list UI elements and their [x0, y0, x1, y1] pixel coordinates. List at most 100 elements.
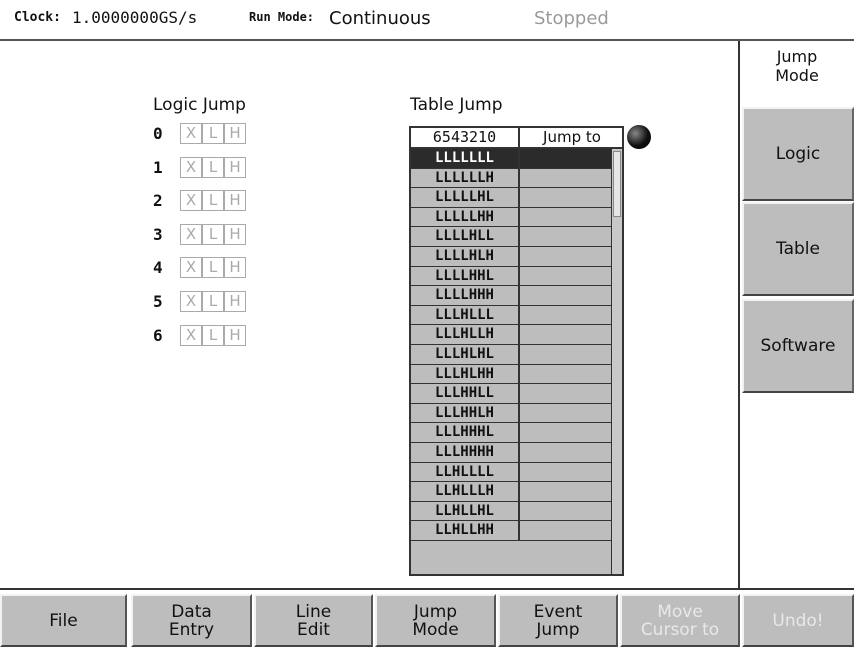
jump-to-cell[interactable] — [522, 502, 611, 521]
x-toggle[interactable]: X — [180, 257, 202, 279]
table-jump-scrollbar[interactable] — [611, 149, 622, 574]
jump-to-cell[interactable] — [522, 404, 611, 423]
button-label: Move Cursor to — [640, 601, 720, 640]
table-jump-title: Table Jump — [410, 95, 503, 115]
jump-to-cell[interactable] — [522, 521, 611, 540]
jump-to-cell[interactable] — [522, 463, 611, 482]
line-edit-button[interactable]: Line Edit — [254, 594, 373, 647]
status-bar: Clock: 1.0000000GS/s Run Mode: Continuou… — [0, 0, 854, 40]
table-jump-row[interactable]: LLLLHHH — [411, 286, 611, 306]
pattern-cell: LLLLLHH — [411, 207, 520, 227]
jump-to-cell[interactable] — [522, 188, 611, 207]
table-jump-row[interactable]: LLLLHHL — [411, 266, 611, 287]
data-entry-button[interactable]: Data Entry — [131, 594, 252, 647]
jump-to-cell[interactable] — [522, 208, 611, 227]
l-toggle[interactable]: L — [202, 223, 224, 245]
l-toggle[interactable]: L — [202, 156, 224, 178]
side-button-software[interactable]: Software — [742, 299, 854, 393]
pattern-column-header: 6543210 — [411, 128, 520, 147]
pattern-cell: LLHLLHH — [411, 521, 520, 540]
h-toggle[interactable]: H — [224, 257, 246, 279]
x-toggle[interactable]: X — [180, 324, 202, 346]
jump-to-cell[interactable] — [522, 267, 611, 286]
jump-to-cell[interactable] — [522, 227, 611, 246]
l-toggle[interactable]: L — [202, 257, 224, 279]
jump-to-cell[interactable] — [522, 169, 611, 188]
table-jump-row[interactable]: LLLLHLL — [411, 227, 611, 247]
table-jump-row[interactable]: LLLHLLL — [411, 305, 611, 326]
l-toggle[interactable]: L — [202, 123, 224, 144]
x-toggle[interactable]: X — [180, 156, 202, 178]
l-toggle[interactable]: L — [202, 324, 224, 346]
h-toggle[interactable]: H — [224, 291, 246, 312]
x-toggle[interactable]: X — [180, 190, 202, 212]
jump-mode-button[interactable]: Jump Mode — [375, 594, 496, 647]
clock-value: 1.0000000GS/s — [72, 8, 198, 27]
pattern-cell: LLLLLHL — [411, 188, 520, 207]
table-jump-row[interactable]: LLLLLHL — [411, 188, 611, 208]
table-jump-row[interactable]: LLLHLHH — [411, 364, 611, 385]
jump-to-cell[interactable] — [522, 286, 611, 305]
pattern-cell: LLLLHHL — [411, 266, 520, 286]
logic-jump-index: 4 — [153, 258, 163, 278]
table-jump-row[interactable]: LLLHHHH — [411, 442, 611, 463]
side-button-logic[interactable]: Logic — [742, 107, 854, 201]
table-jump-row[interactable]: LLLHHLL — [411, 384, 611, 404]
h-toggle[interactable]: H — [224, 190, 246, 212]
move-cursor-to-button[interactable]: Move Cursor to — [620, 594, 740, 647]
table-jump-row[interactable]: LLLHLLH — [411, 325, 611, 345]
x-toggle[interactable]: X — [180, 291, 202, 312]
knob-icon — [627, 125, 651, 149]
side-menu: Jump Mode Logic Table Software — [738, 41, 854, 588]
button-label: Event Jump — [533, 601, 583, 640]
logic-jump-index: 0 — [153, 124, 163, 143]
side-button-table[interactable]: Table — [742, 202, 854, 296]
file-button[interactable]: File — [0, 594, 127, 647]
jump-to-cell[interactable] — [522, 443, 611, 462]
table-jump-grid[interactable]: 6543210 Jump to LLLLLLL LLLLLLH LLLLLHL LLL… — [409, 126, 624, 576]
table-jump-header: 6543210 Jump to — [411, 128, 622, 149]
table-jump-row[interactable]: LLLHLHL — [411, 344, 611, 365]
jump-to-cell[interactable] — [522, 423, 611, 442]
h-toggle[interactable]: H — [224, 123, 246, 144]
clock-label: Clock: — [14, 10, 61, 25]
logic-jump-title: Logic Jump — [153, 95, 246, 115]
l-toggle[interactable]: L — [202, 291, 224, 312]
l-toggle[interactable]: L — [202, 190, 224, 212]
event-jump-button[interactable]: Event Jump — [498, 594, 618, 647]
run-mode-label: Run Mode: — [249, 10, 315, 24]
jump-to-cell[interactable] — [522, 384, 611, 403]
undo-button[interactable]: Undo! — [742, 594, 854, 647]
pattern-cell: LLHLLHL — [411, 501, 520, 521]
jump-to-cell[interactable] — [522, 306, 611, 325]
table-jump-rows: LLLLLLL LLLLLLH LLLLLHL LLLLLHH LLLLHLL LLLLH… — [411, 149, 611, 541]
scrollbar-thumb[interactable] — [613, 151, 621, 217]
jump-to-cell[interactable] — [522, 247, 611, 266]
x-toggle[interactable]: X — [180, 123, 202, 144]
h-toggle[interactable]: H — [224, 223, 246, 245]
logic-jump-index: 6 — [153, 325, 163, 345]
table-jump-row[interactable]: LLLHHHL — [411, 423, 611, 443]
jump-to-cell[interactable] — [522, 149, 611, 168]
run-mode-value: Continuous — [329, 8, 431, 29]
table-jump-row[interactable]: LLLLLHH — [411, 207, 611, 228]
x-toggle[interactable]: X — [180, 223, 202, 245]
table-jump-row[interactable]: LLHLLHL — [411, 501, 611, 522]
table-jump-row[interactable]: LLHLLLH — [411, 482, 611, 502]
logic-jump-index: 2 — [153, 191, 163, 211]
jump-to-cell[interactable] — [522, 365, 611, 384]
table-jump-row[interactable]: LLLLLLL — [411, 149, 611, 169]
run-state: Stopped — [534, 8, 609, 29]
jump-to-cell[interactable] — [522, 325, 611, 344]
h-toggle[interactable]: H — [224, 156, 246, 178]
table-jump-row[interactable]: LLLLLLH — [411, 168, 611, 189]
pattern-cell: LLLHLLL — [411, 305, 520, 325]
pattern-cell: LLLHLHH — [411, 364, 520, 384]
table-jump-row[interactable]: LLLHHLH — [411, 403, 611, 424]
table-jump-row[interactable]: LLHLLHH — [411, 521, 611, 541]
h-toggle[interactable]: H — [224, 324, 246, 346]
table-jump-row[interactable]: LLHLLLL — [411, 462, 611, 483]
jump-to-cell[interactable] — [522, 482, 611, 501]
jump-to-cell[interactable] — [522, 345, 611, 364]
table-jump-row[interactable]: LLLLHLH — [411, 246, 611, 267]
